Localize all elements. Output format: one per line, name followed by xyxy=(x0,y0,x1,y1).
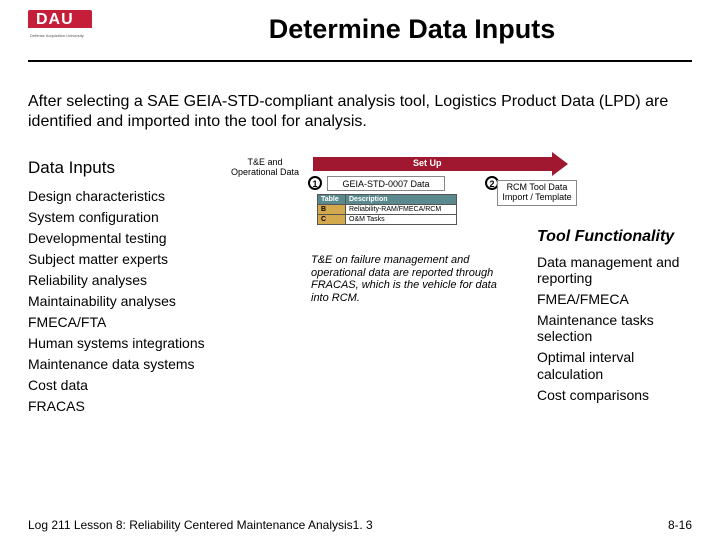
diagram-description: T&E on failure management and operationa… xyxy=(311,254,511,305)
mini-table: Table Description B Reliability-RAM/FMEC… xyxy=(317,194,457,225)
title-divider xyxy=(28,60,692,62)
step-1-number: 1 xyxy=(308,176,322,190)
slide-page: Determine Data Inputs After selecting a … xyxy=(0,0,720,540)
table-header-cell: Table xyxy=(318,195,346,205)
tool-functionality-heading: Tool Functionality xyxy=(537,228,692,246)
data-inputs-heading: Data Inputs xyxy=(28,158,233,178)
content-row: Data Inputs Design characteristics Syste… xyxy=(28,158,692,419)
list-item: Cost data xyxy=(28,377,233,393)
list-item: Developmental testing xyxy=(28,230,233,246)
list-item: System configuration xyxy=(28,209,233,225)
list-item: Maintenance tasks selection xyxy=(537,312,692,344)
arrow-head-icon xyxy=(552,152,568,176)
table-row: B Reliability-RAM/FMECA/RCM xyxy=(318,205,457,215)
rcm-tool-box: RCM Tool Data Import / Template xyxy=(497,180,577,206)
dau-logo xyxy=(28,10,92,36)
intro-paragraph: After selecting a SAE GEIA-STD-compliant… xyxy=(28,92,692,132)
footer: Log 211 Lesson 8: Reliability Centered M… xyxy=(28,518,692,532)
table-cell: C xyxy=(318,215,346,225)
table-cell: B xyxy=(318,205,346,215)
list-item: Data management and reporting xyxy=(537,254,692,286)
arrow-label: Set Up xyxy=(413,158,442,168)
list-item: Optimal interval calculation xyxy=(537,349,692,381)
footer-right: 8-16 xyxy=(668,518,692,532)
list-item: FMEA/FMECA xyxy=(537,291,692,307)
list-item: FMECA/FTA xyxy=(28,314,233,330)
right-column: Tool Functionality Data management and r… xyxy=(537,228,692,419)
setup-arrow: Set Up xyxy=(313,154,568,174)
list-item: Maintainability analyses xyxy=(28,293,233,309)
diagram-column: T&E and Operational Data Set Up 1 GEIA-S… xyxy=(233,158,537,419)
footer-left: Log 211 Lesson 8: Reliability Centered M… xyxy=(28,518,373,532)
list-item: Human systems integrations xyxy=(28,335,233,351)
header-row: Determine Data Inputs xyxy=(28,10,692,60)
table-cell: O&M Tasks xyxy=(346,215,457,225)
table-cell: Reliability-RAM/FMECA/RCM xyxy=(346,205,457,215)
table-row: C O&M Tasks xyxy=(318,215,457,225)
data-inputs-list: Design characteristics System configurat… xyxy=(28,188,233,414)
left-column: Data Inputs Design characteristics Syste… xyxy=(28,158,233,419)
list-item: Subject matter experts xyxy=(28,251,233,267)
page-title: Determine Data Inputs xyxy=(92,10,692,45)
list-item: Reliability analyses xyxy=(28,272,233,288)
geia-std-box: GEIA-STD-0007 Data xyxy=(327,176,445,191)
list-item: Design characteristics xyxy=(28,188,233,204)
list-item: Cost comparisons xyxy=(537,387,692,403)
te-data-label: T&E and Operational Data xyxy=(225,158,305,178)
table-row: Table Description xyxy=(318,195,457,205)
table-header-cell: Description xyxy=(346,195,457,205)
tool-functionality-list: Data management and reporting FMEA/FMECA… xyxy=(537,254,692,403)
list-item: FRACAS xyxy=(28,398,233,414)
list-item: Maintenance data systems xyxy=(28,356,233,372)
